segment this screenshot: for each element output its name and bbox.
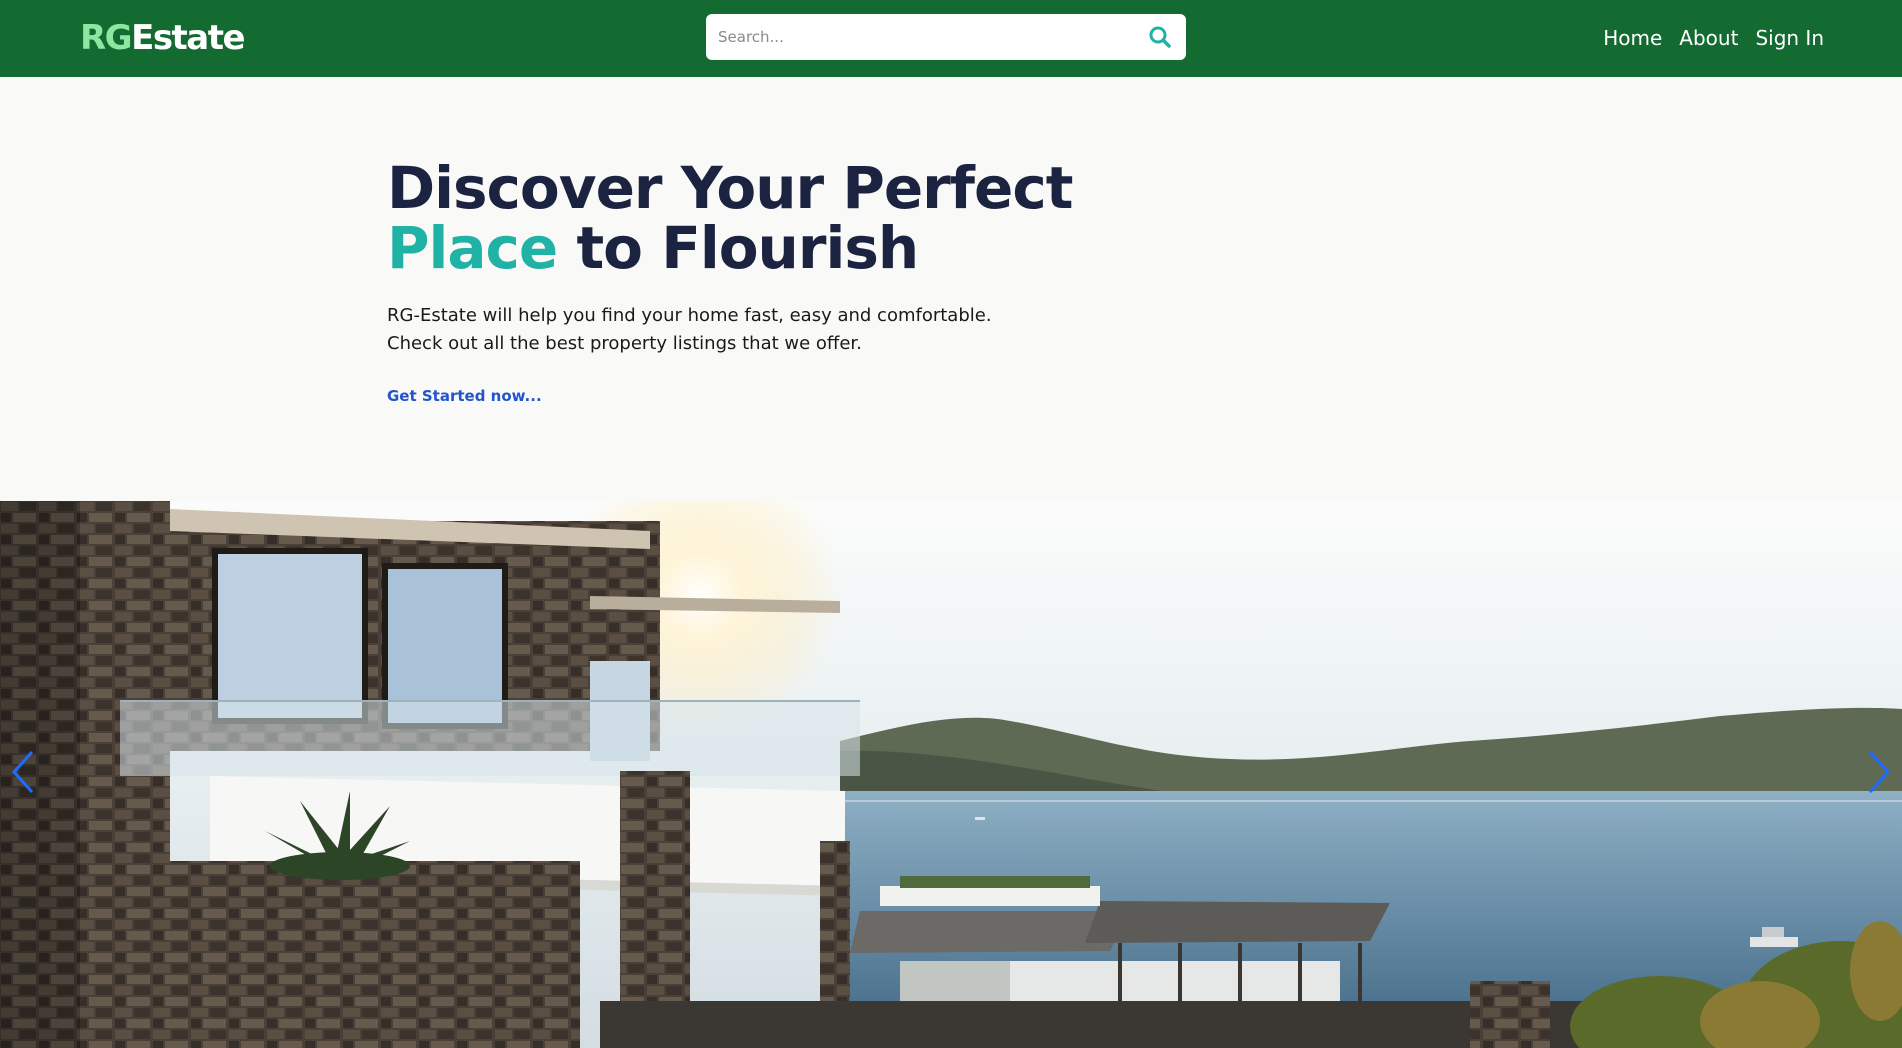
chevron-left-icon	[11, 750, 34, 794]
top-navbar: RGEstate Home About Sign In	[0, 0, 1902, 77]
hero-title-accent: Place	[387, 214, 558, 282]
hero-title-rest: to Flourish	[557, 214, 919, 282]
search-input[interactable]	[706, 14, 1134, 60]
hero-title: Discover Your Perfect Place to Flourish	[387, 158, 1287, 278]
main-nav: Home About Sign In	[1603, 20, 1824, 56]
hero-title-line1: Discover Your Perfect	[387, 154, 1073, 222]
chevron-right-icon	[1868, 750, 1891, 794]
nav-signin-link[interactable]: Sign In	[1755, 20, 1824, 56]
hero-description-line1: RG-Estate will help you find your home f…	[387, 305, 992, 326]
search-button[interactable]	[1134, 14, 1186, 60]
hero-carousel-image	[0, 501, 1902, 1048]
villa-seaview-photo	[0, 501, 1902, 1048]
logo-estate: Estate	[131, 18, 245, 58]
get-started-link[interactable]: Get Started now...	[387, 387, 542, 405]
logo[interactable]: RGEstate	[80, 18, 246, 58]
carousel-next-button[interactable]	[1858, 742, 1898, 802]
logo-rg: RG	[80, 18, 133, 58]
carousel-prev-button[interactable]	[4, 742, 44, 802]
nav-about-link[interactable]: About	[1679, 20, 1738, 56]
hero-description-line2: Check out all the best property listings…	[387, 333, 862, 354]
search-icon	[1149, 26, 1171, 48]
nav-home-link[interactable]: Home	[1603, 20, 1662, 56]
search-bar	[706, 14, 1186, 60]
hero-description: RG-Estate will help you find your home f…	[387, 302, 1007, 358]
